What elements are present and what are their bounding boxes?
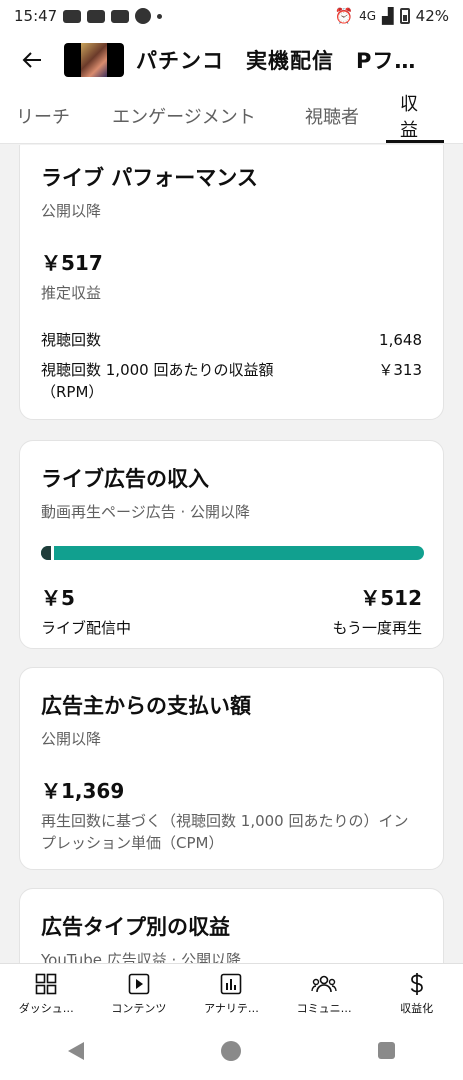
cpm-value: ￥1,369 — [41, 779, 125, 803]
dollar-icon — [410, 973, 423, 995]
revenue-content[interactable]: ライブ パフォーマンス 公開以降 ￥517 推定収益 視聴回数 1,648 視聴… — [0, 145, 463, 963]
nav-label: アナリテ… — [204, 1002, 259, 1015]
system-home-icon[interactable] — [220, 1040, 241, 1061]
rpm-row: 視聴回数 1,000 回あたりの収益額（RPM） ￥313 — [41, 359, 422, 403]
tab-audience[interactable]: 視聴者 — [282, 88, 382, 143]
replay-revenue-label: もう一度再生 — [332, 619, 422, 637]
video-thumbnail — [64, 43, 124, 77]
status-bar: 15:47 ⏰ 4G ▟ 42% — [0, 0, 463, 32]
advertiser-payment-card: 広告主からの支払い額 公開以降 ￥1,369 再生回数に基づく（視聴回数 1,0… — [19, 667, 444, 870]
views-value: 1,648 — [379, 331, 422, 349]
content-icon — [128, 973, 150, 995]
card-subtitle: 動画再生ページ広告 · 公開以降 — [41, 503, 251, 521]
app-header: パチンコ 実機配信 Pフ… — [0, 32, 463, 88]
estimated-revenue-value: ￥517 — [41, 251, 103, 275]
youtube-notification-icon — [63, 9, 82, 23]
card-subtitle: 公開以降 — [41, 730, 102, 748]
tab-revenue[interactable]: 収益 — [386, 88, 444, 143]
nav-monetization[interactable]: 収益化 — [370, 964, 463, 1021]
nav-label: ダッシュ… — [18, 1002, 74, 1015]
nav-label: コミュニ… — [296, 1002, 352, 1015]
arrow-left-icon — [22, 52, 41, 68]
bar-divider — [51, 546, 54, 560]
card-subtitle: YouTube 広告収益 · 公開以降 — [41, 951, 242, 963]
estimated-revenue-label: 推定収益 — [41, 284, 102, 302]
replay-revenue-value: ￥512 — [360, 586, 422, 610]
nav-label: 収益化 — [400, 1002, 434, 1015]
bottom-navigation: ダッシュ… コンテンツ アナリテ… コミュニ… 収益化 — [0, 963, 463, 1021]
revenue-split-bar — [41, 546, 424, 560]
card-title: ライブ パフォーマンス — [41, 166, 258, 190]
youtube-notification-icon — [87, 9, 106, 23]
battery-icon — [399, 8, 410, 24]
video-title: パチンコ 実機配信 Pフ… — [136, 49, 417, 73]
nav-label: コンテンツ — [111, 1002, 167, 1015]
system-back-icon[interactable] — [68, 1041, 85, 1060]
dashboard-icon — [35, 973, 57, 995]
live-revenue-segment — [41, 546, 51, 560]
views-row: 視聴回数 1,648 — [41, 329, 422, 351]
back-button[interactable] — [0, 32, 64, 88]
battery-percent: 42% — [415, 7, 449, 25]
rpm-value: ￥313 — [378, 361, 422, 379]
nav-dashboard[interactable]: ダッシュ… — [0, 964, 93, 1021]
rpm-label: 視聴回数 1,000 回あたりの収益額（RPM） — [41, 361, 274, 401]
live-ad-revenue-card: ライブ広告の収入 動画再生ページ広告 · 公開以降 ￥5 ライブ配信中 ￥512… — [19, 440, 444, 649]
community-icon — [311, 975, 337, 993]
card-subtitle: 公開以降 — [41, 202, 102, 220]
nav-analytics[interactable]: アナリテ… — [185, 964, 278, 1021]
analytics-tabs: リーチ エンゲージメント 視聴者 収益 — [0, 88, 463, 144]
views-label: 視聴回数 — [41, 331, 102, 349]
ad-type-revenue-card: 広告タイプ別の収益 YouTube 広告収益 · 公開以降 — [19, 888, 444, 963]
live-performance-card: ライブ パフォーマンス 公開以降 ￥517 推定収益 視聴回数 1,648 視聴… — [19, 145, 444, 420]
nav-content[interactable]: コンテンツ — [93, 964, 186, 1021]
live-revenue-label: ライブ配信中 — [41, 619, 132, 637]
tab-reach[interactable]: リーチ — [0, 88, 86, 143]
card-title: 広告主からの支払い額 — [41, 694, 251, 718]
system-navigation — [0, 1021, 463, 1080]
analytics-icon — [221, 973, 242, 995]
revenue-split-values: ￥5 ライブ配信中 ￥512 もう一度再生 — [41, 582, 422, 638]
card-title: ライブ広告の収入 — [41, 467, 209, 491]
network-type: 4G — [359, 9, 377, 23]
app-notification-icon — [111, 9, 130, 23]
more-notifications-icon — [157, 13, 163, 19]
card-title: 広告タイプ別の収益 — [41, 915, 230, 939]
system-recents-icon[interactable] — [377, 1042, 395, 1059]
line-notification-icon — [135, 8, 152, 24]
cpm-description: 再生回数に基づく（視聴回数 1,000 回あたりの）インプレッション単価（CPM… — [41, 812, 409, 852]
nav-community[interactable]: コミュニ… — [278, 964, 371, 1021]
live-revenue-value: ￥5 — [41, 586, 75, 610]
tab-engagement[interactable]: エンゲージメント — [86, 88, 282, 143]
signal-icon: ▟ — [382, 7, 394, 25]
status-time: 15:47 — [14, 7, 58, 25]
alarm-icon: ⏰ — [334, 7, 354, 25]
